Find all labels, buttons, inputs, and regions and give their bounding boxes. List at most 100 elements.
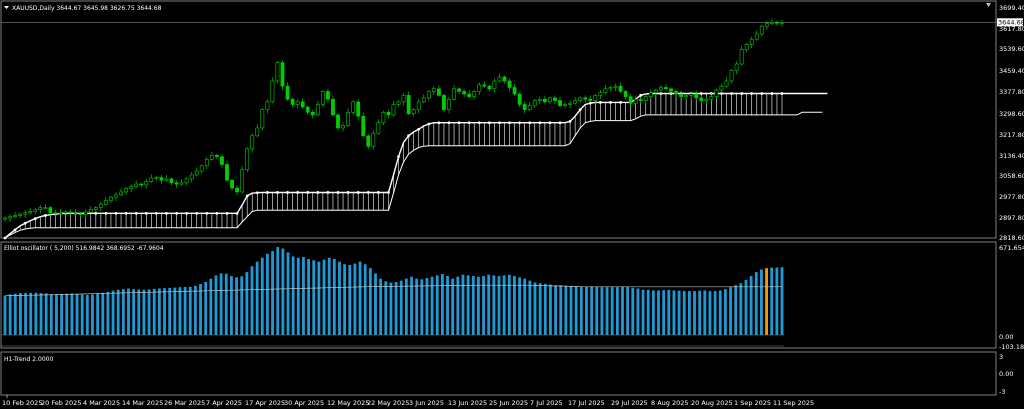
- oscillator-bar: [152, 288, 156, 335]
- candle-body: [179, 182, 184, 185]
- candle-body: [275, 62, 280, 82]
- candle-body: [623, 91, 628, 97]
- candle-body: [139, 183, 144, 186]
- oscillator-bar: [523, 278, 527, 335]
- oscillator-bar: [127, 288, 130, 335]
- candle-body: [204, 158, 209, 167]
- candle-body: [553, 97, 557, 101]
- price-tick-label: 3459.40: [999, 67, 1024, 75]
- date-tick-label: 14 Mar 2025: [122, 399, 163, 407]
- oscillator-bar: [600, 287, 604, 335]
- candle-body: [437, 88, 441, 96]
- cloud-dot: [124, 211, 128, 215]
- candle-body: [391, 104, 396, 116]
- candle-body: [527, 105, 532, 110]
- candle-body: [326, 91, 330, 100]
- candle-body: [270, 80, 275, 103]
- oscillator-bar: [8, 294, 12, 335]
- oscillator-bar: [698, 290, 702, 335]
- candle-body: [174, 182, 179, 185]
- oscillator-bar: [317, 261, 321, 335]
- oscillator-bar: [116, 289, 120, 335]
- candle-body: [759, 25, 764, 35]
- candle-body: [58, 212, 63, 214]
- oscillator-bar: [49, 294, 53, 335]
- candle-body: [320, 91, 325, 105]
- candle-body: [88, 209, 93, 213]
- oscillator-bar: [75, 294, 79, 335]
- price-tick-label: 3298.60: [999, 110, 1024, 118]
- date-tick-label: 20 Aug 2025: [691, 399, 733, 407]
- oscillator-bar: [80, 294, 84, 335]
- candle-body: [583, 97, 588, 100]
- candle-body: [719, 85, 724, 91]
- cloud-dot: [114, 211, 118, 215]
- cloud-dot: [356, 191, 360, 194]
- oscillator-bar: [29, 292, 33, 335]
- candle-body: [73, 212, 78, 215]
- cloud-dot: [387, 191, 390, 194]
- cloud-dot: [225, 211, 229, 215]
- candle-body: [356, 101, 361, 117]
- oscillator-bar: [446, 276, 449, 335]
- oscillator-bar: [471, 276, 475, 335]
- price-tick-label: 3058.60: [999, 172, 1024, 180]
- candle-body: [653, 89, 658, 94]
- oscillator-bar: [610, 287, 614, 335]
- oscillator-bar: [528, 280, 532, 335]
- oscillator-bar: [96, 293, 100, 335]
- oscillator-bar: [132, 289, 136, 335]
- oscillator-bar: [672, 290, 676, 335]
- candle-body: [245, 148, 250, 171]
- candle-body: [209, 155, 214, 160]
- candle-body: [457, 88, 461, 92]
- trend-max-label: 3: [999, 353, 1003, 361]
- candle-body: [447, 98, 451, 110]
- candle-body: [764, 23, 769, 27]
- cloud-dot: [205, 211, 209, 215]
- candle-body: [512, 87, 517, 95]
- candle-body: [598, 92, 603, 96]
- oscillator-bar: [549, 284, 552, 335]
- oscillator-bar: [3, 295, 7, 335]
- cloud-dot: [94, 211, 98, 215]
- candle-body: [159, 177, 164, 181]
- candle-body: [659, 87, 663, 91]
- candle-body: [280, 62, 285, 87]
- candle-body: [669, 88, 673, 92]
- cloud-dot: [376, 191, 380, 194]
- oscillator-bar: [91, 294, 94, 335]
- oscillator-bar: [250, 266, 254, 335]
- candle-body: [199, 165, 204, 172]
- candle-body: [542, 98, 547, 103]
- candle-body: [477, 84, 482, 92]
- date-tick-label: 10 Feb 2025: [2, 399, 42, 407]
- candle-body: [603, 88, 608, 94]
- candle-body: [184, 178, 189, 184]
- candle-body: [43, 207, 48, 209]
- oscillator-bar: [307, 259, 310, 335]
- oscillator-bar: [260, 257, 264, 335]
- cloud-dot: [578, 108, 582, 112]
- candle-body: [78, 213, 83, 215]
- price-tick-label: 2897.80: [999, 214, 1024, 222]
- candle-body: [406, 95, 411, 114]
- oscillator-bar: [348, 264, 352, 335]
- trend-zero-label: 0.00: [999, 370, 1013, 378]
- oscillator-bar: [327, 257, 331, 335]
- cloud-dot: [780, 92, 784, 95]
- oscillator-bar: [157, 288, 161, 335]
- candle-body: [744, 44, 749, 50]
- candle-body: [230, 179, 234, 189]
- cloud-dot: [235, 211, 239, 215]
- cloud-dot: [255, 191, 259, 195]
- oscillator-bar: [605, 287, 609, 335]
- candle-body: [23, 212, 28, 215]
- cloud-dot: [195, 211, 199, 215]
- date-tick-label: 26 Mar 2025: [164, 399, 205, 407]
- oscillator-bar: [723, 289, 727, 335]
- candle-body: [628, 96, 633, 104]
- oscillator-bar: [631, 287, 635, 335]
- oscillator-bar: [70, 293, 74, 335]
- cloud-dot: [336, 191, 340, 194]
